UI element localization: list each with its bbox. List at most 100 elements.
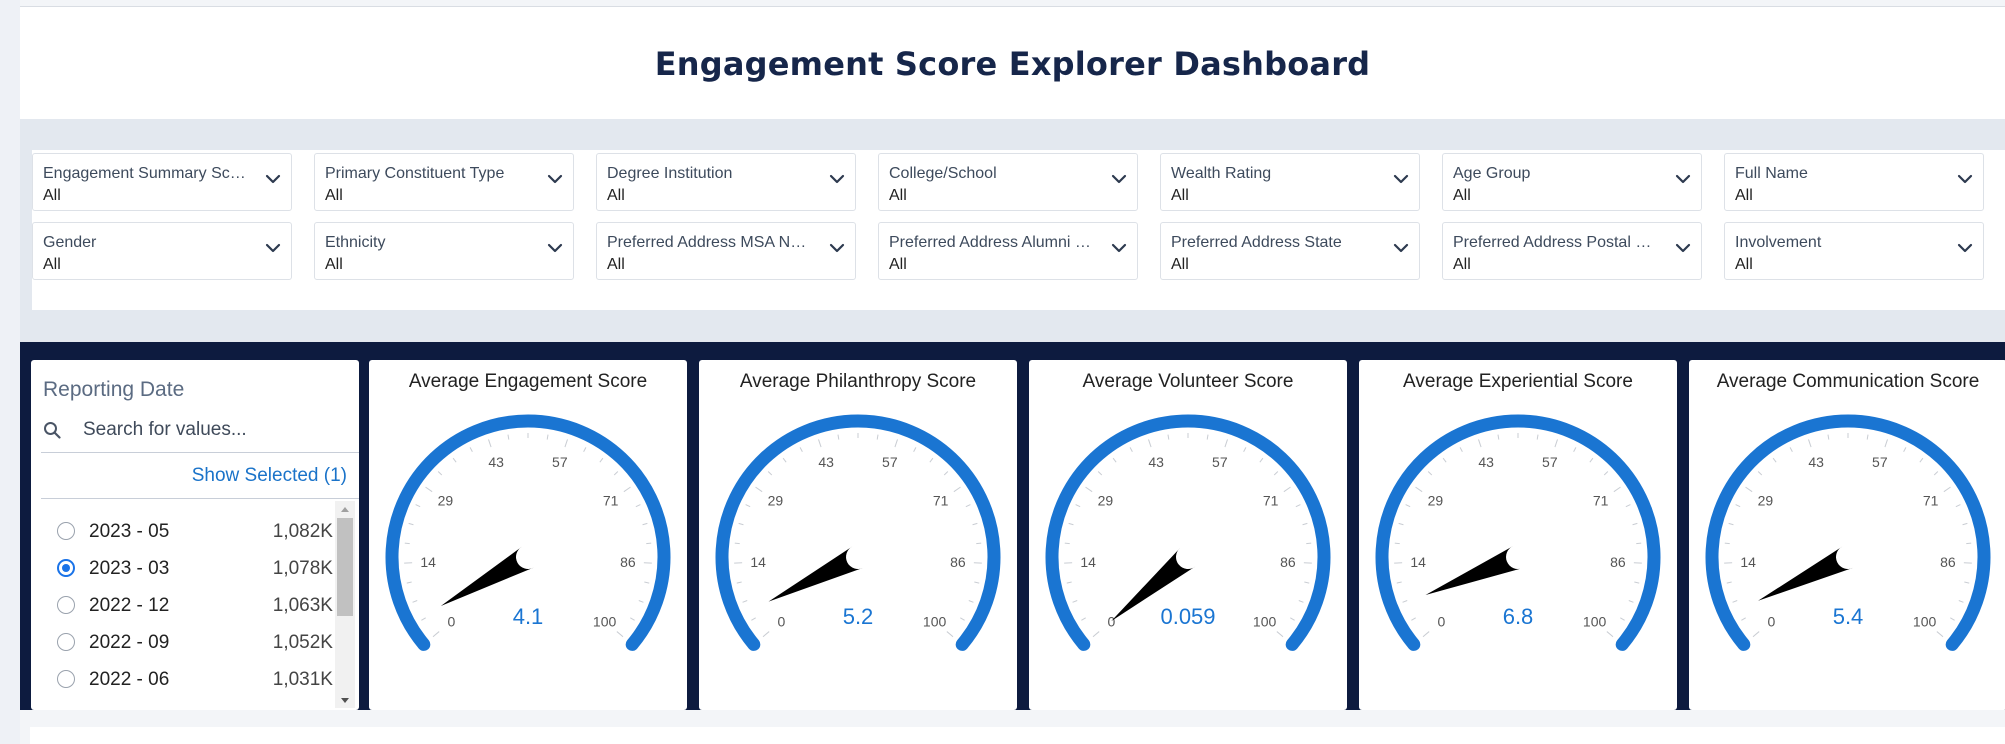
reporting-date-option[interactable]: 2022 - 06 1,031K (43, 663, 333, 697)
gauge-tick (1224, 439, 1228, 448)
radio-button[interactable] (57, 633, 75, 651)
filter-dropdown[interactable]: Full Name All (1724, 153, 1984, 211)
gauge-tick-label: 86 (620, 554, 636, 570)
reporting-date-option[interactable]: 2022 - 12 1,063K (43, 589, 333, 623)
filter-dropdown[interactable]: Engagement Summary Scor... All (32, 153, 292, 211)
option-label: 2023 - 03 (89, 558, 170, 579)
gauge-tick (635, 504, 641, 508)
search-icon (44, 422, 61, 439)
reporting-date-option[interactable]: 2022 - 09 1,052K (43, 626, 333, 660)
filter-dropdown[interactable]: Preferred Address MSA Na... All (596, 222, 856, 280)
gauge-tick (738, 522, 744, 526)
gauge-tick (507, 434, 510, 440)
gauge-tick (1259, 457, 1264, 463)
scroll-up-arrow-icon[interactable] (335, 502, 355, 516)
gauge-tick-label: 43 (1478, 454, 1494, 470)
filter-dropdown[interactable]: Degree Institution All (596, 153, 856, 211)
filter-dropdown[interactable]: Age Group All (1442, 153, 1702, 211)
filter-value: All (1735, 256, 1753, 273)
chevron-down-icon (829, 174, 845, 184)
gauge-tick-label: 14 (750, 554, 766, 570)
gauge-tick (432, 631, 440, 638)
gauge-tick-label: 57 (1542, 454, 1558, 470)
gauge-tick (1606, 631, 1614, 638)
gauge-tick-label: 71 (1263, 493, 1279, 509)
gauge-tick (1966, 542, 1972, 545)
gauge-tick (1827, 434, 1830, 440)
gauge-tick (1167, 434, 1170, 440)
radio-button[interactable] (57, 596, 75, 614)
gauge-tick (1283, 486, 1291, 493)
filter-value: All (1453, 256, 1471, 273)
filter-value: All (889, 256, 907, 273)
gauge-tick (767, 471, 773, 476)
gauge-tick (1402, 600, 1408, 603)
divider (41, 452, 359, 453)
bottom-panel-edge (30, 727, 2005, 744)
filter-value: All (607, 187, 625, 204)
filter-dropdown[interactable]: Primary Constituent Type All (314, 153, 574, 211)
gauge-tick (415, 504, 421, 508)
gauge-tick-label: 43 (1148, 454, 1164, 470)
filter-dropdown[interactable]: Involvement All (1724, 222, 1984, 280)
gauge-tick (1943, 486, 1951, 493)
gauge-tick (1415, 486, 1423, 493)
gauge-tick-label: 57 (882, 454, 898, 470)
gauge-tick-label: 57 (1212, 454, 1228, 470)
gauge-tick (1396, 581, 1402, 584)
gauge-tick (1398, 522, 1404, 526)
gauge-tick (644, 581, 650, 584)
gauge-tick-label: 14 (420, 554, 436, 570)
gauge-tick (546, 434, 549, 440)
gauge-tick (1081, 617, 1086, 621)
filter-label: Primary Constituent Type (325, 165, 505, 182)
gauge-tick (755, 486, 763, 493)
gauge-tick-label: 57 (552, 454, 568, 470)
gauge-tick-label: 14 (1740, 554, 1756, 570)
radio-button[interactable] (57, 670, 75, 688)
filter-dropdown[interactable]: Preferred Address Alumni C... All (878, 222, 1138, 280)
filter-dropdown[interactable]: Preferred Address State All (1160, 222, 1420, 280)
reporting-date-option[interactable]: 2023 - 05 1,082K (43, 515, 333, 549)
option-label: 2022 - 12 (89, 595, 170, 616)
gauge-tick (1459, 447, 1463, 453)
filter-dropdown[interactable]: Wealth Rating All (1160, 153, 1420, 211)
gauge-tick (437, 471, 443, 476)
filter-dropdown[interactable]: College/School All (878, 153, 1138, 211)
reporting-date-search-input[interactable] (81, 414, 355, 446)
gauge-tick (1903, 447, 1907, 453)
filter-dropdown[interactable]: Gender All (32, 222, 292, 280)
gauge-tick (782, 457, 787, 463)
gauge-tick (1290, 617, 1295, 621)
gauge-tick-label: 0 (1767, 613, 1775, 629)
gauge-tick (1628, 600, 1634, 603)
radio-button[interactable] (57, 559, 75, 577)
chevron-down-icon (1111, 243, 1127, 253)
gauge-tick (564, 439, 568, 448)
gauge-tick-label: 71 (1593, 493, 1609, 509)
chevron-down-icon (829, 243, 845, 253)
gauge-tick (1964, 581, 1970, 584)
filter-dropdown[interactable]: Ethnicity All (314, 222, 574, 280)
gauge-tick-label: 29 (438, 493, 454, 509)
gauge-tick (1752, 631, 1760, 638)
gauge-value: 0.059 (1160, 604, 1215, 629)
filter-label: Wealth Rating (1171, 165, 1272, 182)
filter-dropdown[interactable]: Preferred Address Postal C... All (1442, 222, 1702, 280)
scroll-down-arrow-icon[interactable] (335, 694, 355, 708)
reporting-date-option[interactable]: 2023 - 03 1,078K (43, 552, 333, 586)
gauge-tick (1636, 542, 1642, 545)
gauge-tick (404, 542, 410, 545)
gauge-tick-label: 0 (777, 613, 785, 629)
filter-value: All (607, 256, 625, 273)
scrollbar-thumb[interactable] (337, 518, 353, 616)
show-selected-link[interactable]: Show Selected (1) (192, 465, 347, 487)
gauge-tick (1497, 434, 1500, 440)
gauge-tick-label: 86 (1280, 554, 1296, 570)
gauge-tick (425, 486, 433, 493)
gauge-tick (1075, 504, 1081, 508)
radio-button[interactable] (57, 522, 75, 540)
filter-label: Preferred Address Postal C... (1453, 234, 1658, 251)
filter-label: Engagement Summary Scor... (43, 165, 248, 182)
gauge-tick (408, 522, 414, 526)
